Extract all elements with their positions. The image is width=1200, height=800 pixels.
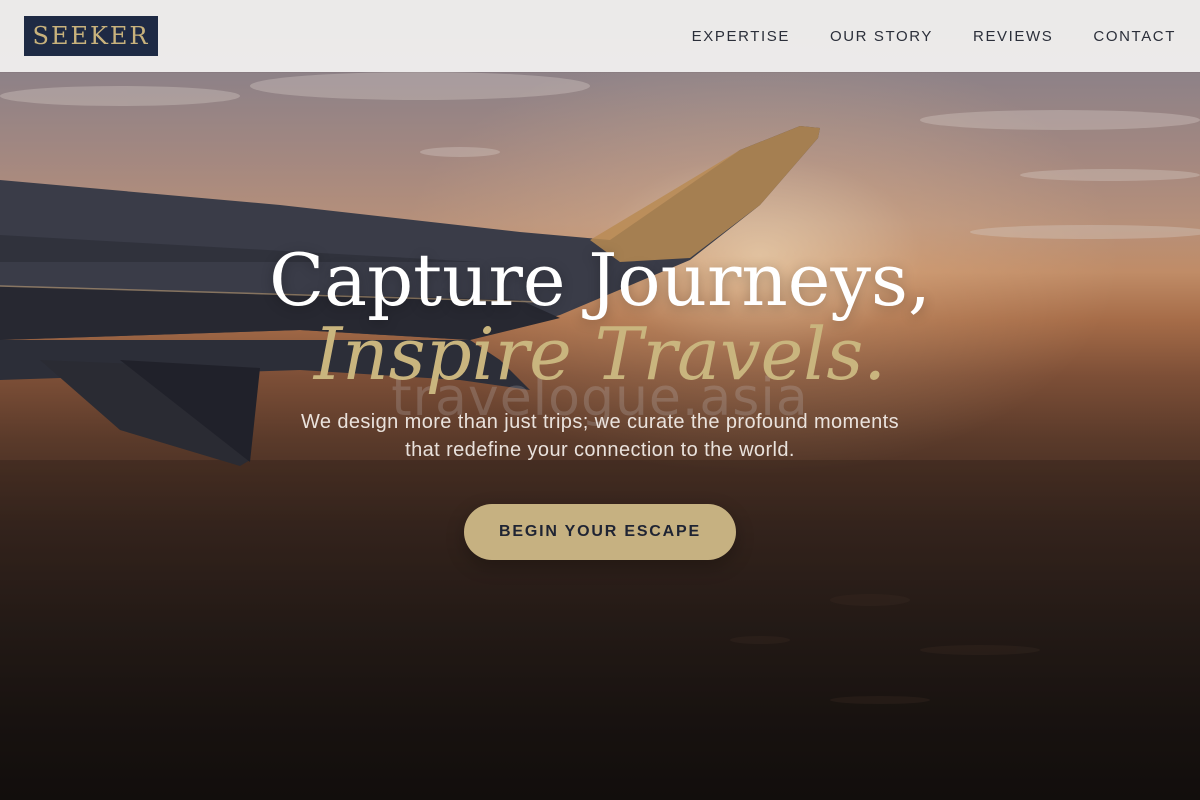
hero-headline-line1: Capture Journeys, [269, 238, 931, 322]
brand-logo[interactable]: SEEKER [24, 16, 158, 56]
nav-item-contact[interactable]: CONTACT [1093, 28, 1176, 45]
hero-subtitle-line1: We design more than just trips; we curat… [300, 411, 900, 433]
top-navbar: SEEKER EXPERTISE OUR STORY REVIEWS CONTA… [0, 0, 1200, 72]
hero-headline-line2: Inspire Travels. [313, 312, 887, 396]
main-nav: EXPERTISE OUR STORY REVIEWS CONTACT [692, 0, 1176, 72]
nav-item-expertise[interactable]: EXPERTISE [692, 28, 790, 45]
begin-your-escape-button[interactable]: BEGIN YOUR ESCAPE [464, 504, 736, 560]
nav-item-reviews[interactable]: REVIEWS [973, 28, 1053, 45]
hero-subtitle-line2: that redefine your connection to the wor… [405, 439, 795, 461]
hero-subtitle: We design more than just trips; we curat… [260, 408, 940, 464]
nav-item-our-story[interactable]: OUR STORY [830, 28, 933, 45]
